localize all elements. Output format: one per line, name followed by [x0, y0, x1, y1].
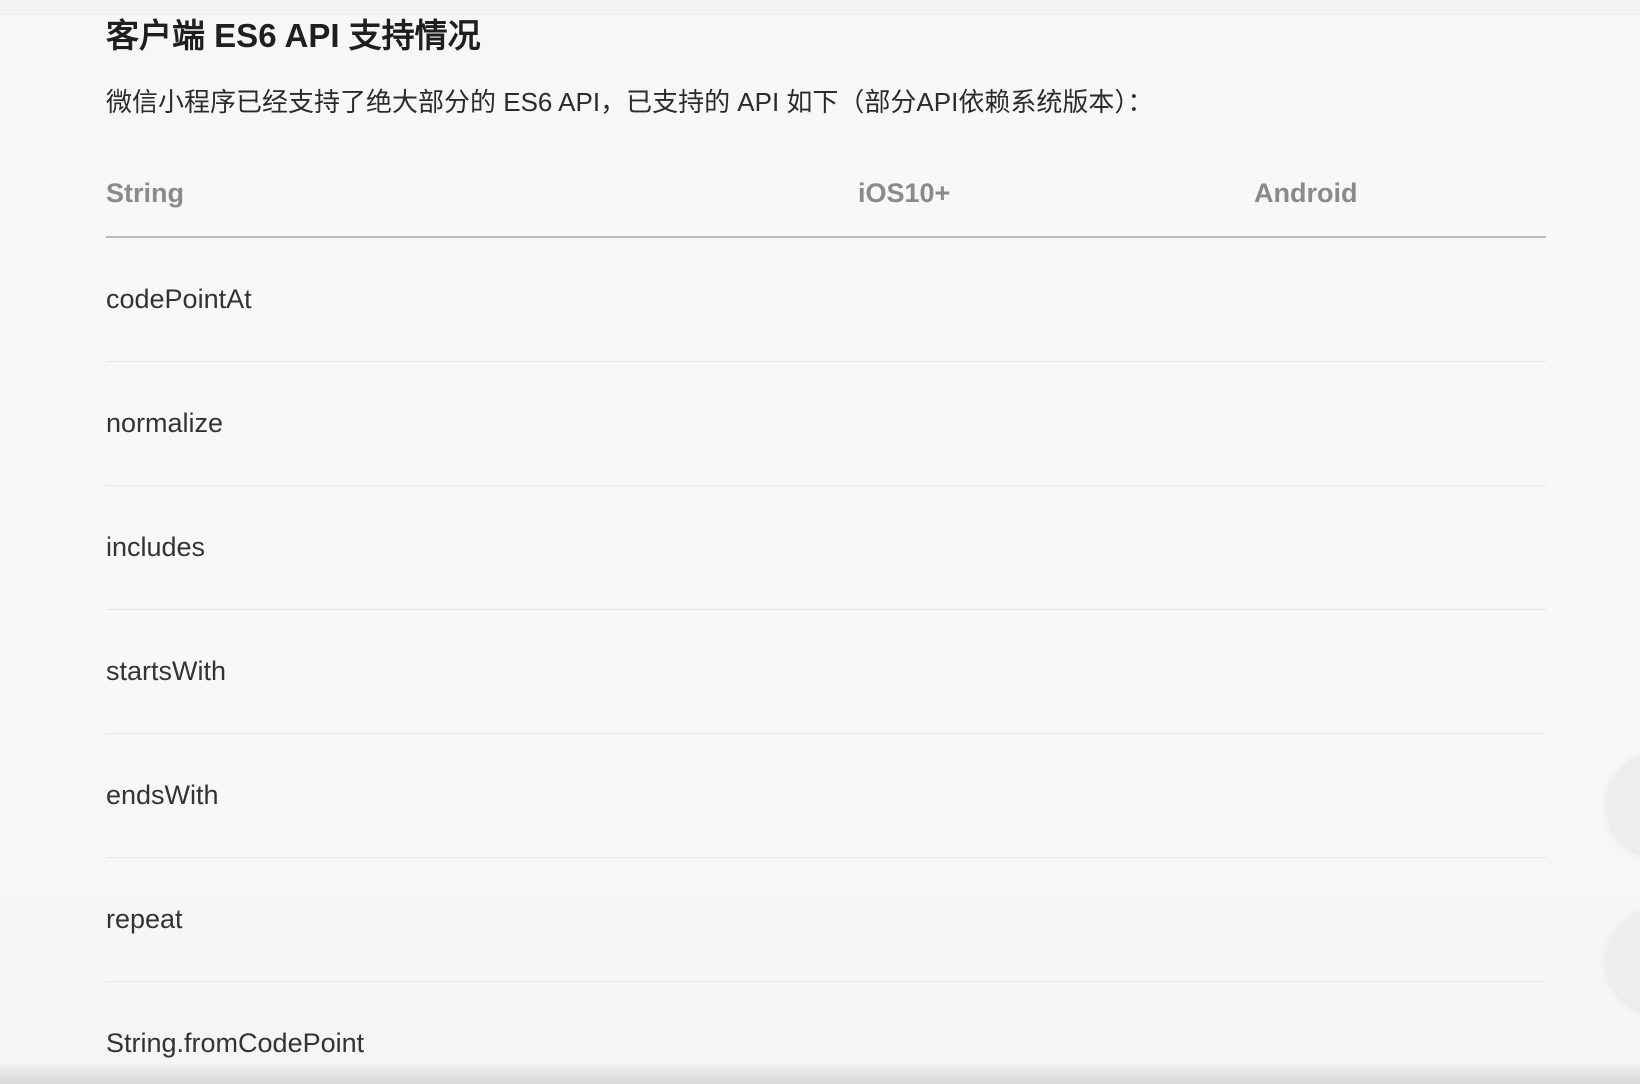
es6-api-table: String iOS10+ Android codePointAt normal…: [106, 150, 1546, 1084]
back-to-top-button[interactable]: [1606, 752, 1640, 856]
row-ios-support: [858, 733, 1254, 858]
row-api-name: codePointAt: [106, 237, 858, 362]
table-row: repeat: [106, 857, 1546, 982]
table-row: includes: [106, 485, 1546, 610]
docs-page: 客户端 ES6 API 支持情况 微信小程序已经支持了绝大部分的 ES6 API…: [0, 0, 1640, 1084]
table-row: normalize: [106, 361, 1546, 486]
header-ios: iOS10+: [858, 150, 1254, 238]
row-api-name: startsWith: [106, 609, 858, 734]
table-row: startsWith: [106, 609, 1546, 734]
row-android-support: [1254, 857, 1546, 982]
row-android-support: [1254, 485, 1546, 610]
row-ios-support: [858, 237, 1254, 362]
section-intro: 微信小程序已经支持了绝大部分的 ES6 API，已支持的 API 如下（部分AP…: [106, 87, 1154, 117]
row-api-name: includes: [106, 485, 858, 610]
row-android-support: [1254, 609, 1546, 734]
header-android: Android: [1254, 150, 1546, 238]
row-ios-support: [858, 485, 1254, 610]
section-heading: 客户端 ES6 API 支持情况: [106, 17, 481, 54]
row-ios-support: [858, 361, 1254, 486]
table-row: endsWith: [106, 733, 1546, 858]
row-android-support: [1254, 237, 1546, 362]
row-api-name: normalize: [106, 361, 858, 486]
row-api-name: repeat: [106, 857, 858, 982]
floating-action-button[interactable]: [1606, 908, 1640, 1012]
header-string: String: [106, 150, 858, 238]
table-row: codePointAt: [106, 237, 1546, 362]
table-header-row: String iOS10+ Android: [106, 150, 1546, 238]
row-ios-support: [858, 609, 1254, 734]
row-android-support: [1254, 733, 1546, 858]
row-android-support: [1254, 361, 1546, 486]
row-api-name: endsWith: [106, 733, 858, 858]
bottom-edge-shadow: [0, 1064, 1640, 1084]
row-ios-support: [858, 857, 1254, 982]
